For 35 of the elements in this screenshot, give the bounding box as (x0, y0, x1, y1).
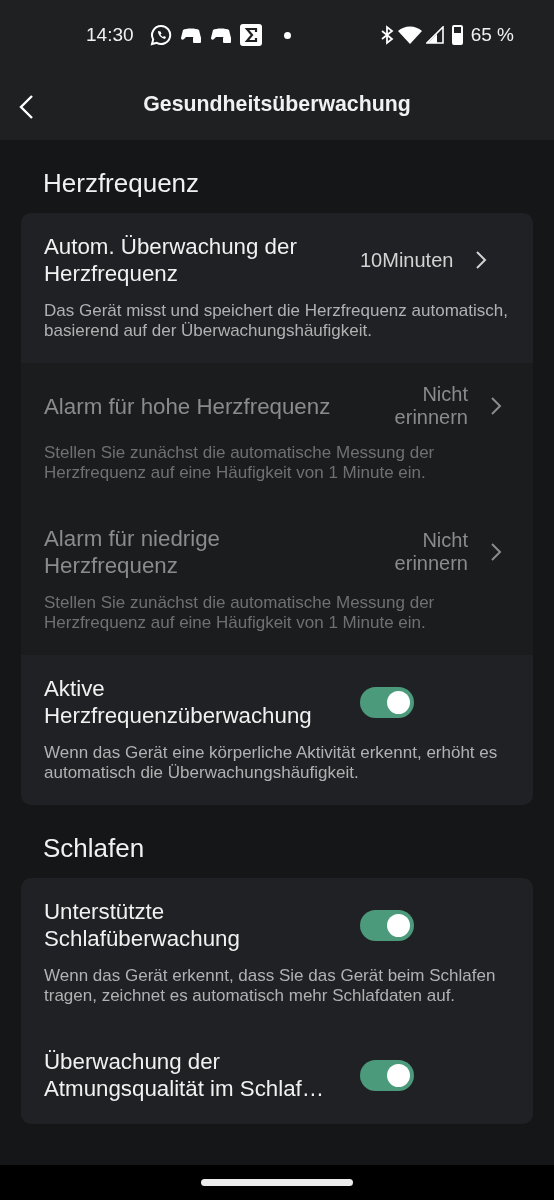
setting-description: Wenn das Gerät eine körperliche Aktivität erkennt, erhöht es automatisch die Überwachungshäufigkeit. (44, 743, 499, 784)
gamepad-icon (209, 26, 232, 44)
setting-value: 10Minuten (360, 248, 454, 272)
setting-title: Autom. Überwachung der Herzfrequenz (44, 233, 298, 288)
setting-description: Das Gerät misst und speichert die Herzfrequenz automatisch, basierend auf der Überwachungshäufigkeit. (44, 301, 509, 342)
battery-icon (451, 25, 463, 45)
chevron-icon (490, 542, 502, 563)
status-time: 14:30 (86, 22, 134, 47)
gamepad-icon (179, 26, 202, 44)
setting-row[interactable]: Autom. Überwachung der Herzfrequenz 10Minuten Das Gerät misst und speichert die Herzfrequenz automatisch, basierend auf der Überwachungshäufigkeit. (21, 213, 533, 364)
back-icon (18, 94, 36, 120)
signal-icon (425, 26, 444, 44)
setting-description: Stellen Sie zunächst die automatische Messung der Herzfrequenz auf eine Häufigkeit von 1 Minute ein. (44, 593, 436, 634)
wifi-icon (397, 26, 422, 44)
chat-bubble-icon (149, 24, 172, 46)
battery-percent: 65 % (470, 22, 514, 47)
page-title: Gesundheitsüberwachung (143, 91, 411, 119)
setting-title: Alarm für niedrige Herzfrequenz (44, 525, 221, 580)
section-heading: Herzfrequenz (42, 167, 201, 200)
sigma-icon (239, 24, 262, 46)
setting-description: Stellen Sie zunächst die automatische Messung der Herzfrequenz auf eine Häufigkeit von 1 Minute ein. (44, 443, 436, 484)
chevron-icon (490, 396, 502, 417)
toggle-switch[interactable] (360, 909, 414, 941)
setting-title: Überwachung der Atmungsqualität im Schlaf… (44, 1048, 326, 1103)
setting-title: Alarm für hohe Herzfrequenz (44, 392, 332, 420)
chevron-icon (475, 250, 488, 271)
setting-title: Aktive Herzfrequenzüberwachung (44, 675, 313, 730)
setting-title: Unterstützte Schlafüberwachung (44, 898, 241, 953)
toggle-switch[interactable] (360, 1059, 414, 1091)
bluetooth-icon (379, 25, 394, 45)
setting-description: Wenn das Gerät erkennt, dass Sie das Gerät beim Schlafen tragen, zeichnet es automatisch mehr Schlafdaten auf. (44, 966, 497, 1007)
toggle-switch[interactable] (360, 686, 414, 718)
setting-value: Nicht erinnern (393, 529, 468, 576)
section-heading: Schlafen (42, 832, 146, 866)
setting-value: Nicht erinnern (393, 383, 468, 430)
